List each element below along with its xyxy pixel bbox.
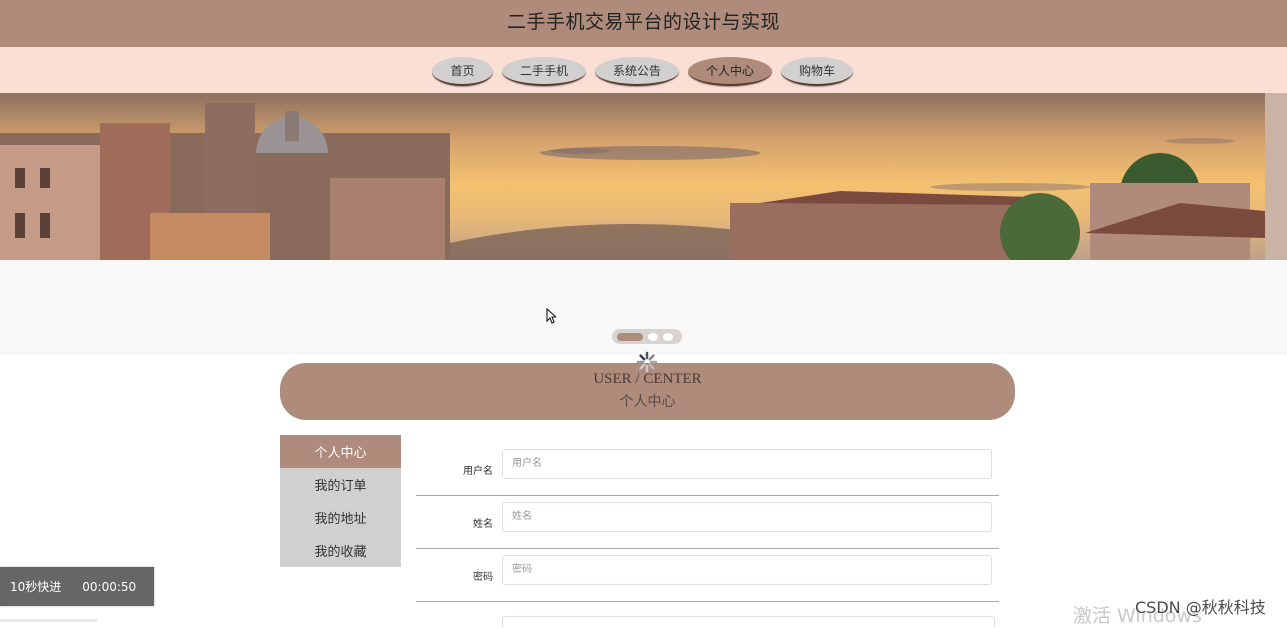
carousel-dot-3[interactable]: [663, 332, 673, 341]
nav-cart[interactable]: 购物车: [781, 57, 853, 86]
carousel-dot-1[interactable]: [617, 332, 643, 341]
section-title-cn: 个人中心: [619, 394, 676, 410]
city-sunset-illustration: [0, 93, 1287, 260]
fast-forward-button[interactable]: 10秒快进: [10, 578, 61, 595]
user-sidebar: 个人中心 我的订单 我的地址 我的收藏: [280, 435, 401, 567]
mouse-pointer-icon: [546, 308, 556, 324]
site-header: 二手手机交易平台的设计与实现: [0, 0, 1287, 47]
name-label: 姓名: [473, 519, 493, 530]
sidebar-item-my-favorites[interactable]: 我的收藏: [280, 534, 401, 567]
sidebar-item-my-orders[interactable]: 我的订单: [280, 468, 401, 501]
section-title-en: USER / CENTER: [593, 371, 702, 387]
sidebar-item-my-address[interactable]: 我的地址: [280, 501, 401, 534]
password-input[interactable]: 密码: [502, 555, 992, 585]
carousel-indicators: [612, 329, 682, 344]
name-input[interactable]: 姓名: [502, 502, 992, 532]
password-label: 密码: [473, 572, 493, 583]
csdn-watermark: CSDN @秋秋科技: [1135, 598, 1266, 617]
nav-used-phones[interactable]: 二手手机: [502, 57, 586, 86]
loading-spinner-icon: [636, 351, 658, 373]
nav-announcements[interactable]: 系统公告: [595, 57, 679, 86]
sidebar-item-personal-center[interactable]: 个人中心: [280, 435, 401, 468]
carousel-dot-2[interactable]: [648, 332, 658, 341]
video-overlay: 10秒快进 00:00:50: [0, 567, 154, 606]
nav-home[interactable]: 首页: [432, 57, 493, 86]
username-input[interactable]: 用户名: [502, 449, 992, 479]
playback-time: 00:00:50: [82, 579, 137, 594]
nav-personal-center[interactable]: 个人中心: [688, 57, 772, 86]
main-nav: 首页 二手手机 系统公告 个人中心 购物车: [0, 47, 1287, 93]
form-row-password: 密码 密码: [416, 548, 999, 602]
form-row-name: 姓名 姓名: [416, 495, 999, 549]
form-row-username: 用户名 用户名: [416, 442, 999, 496]
username-label: 用户名: [463, 466, 493, 477]
banner-image: [0, 93, 1287, 260]
site-title: 二手手机交易平台的设计与实现: [506, 11, 780, 33]
